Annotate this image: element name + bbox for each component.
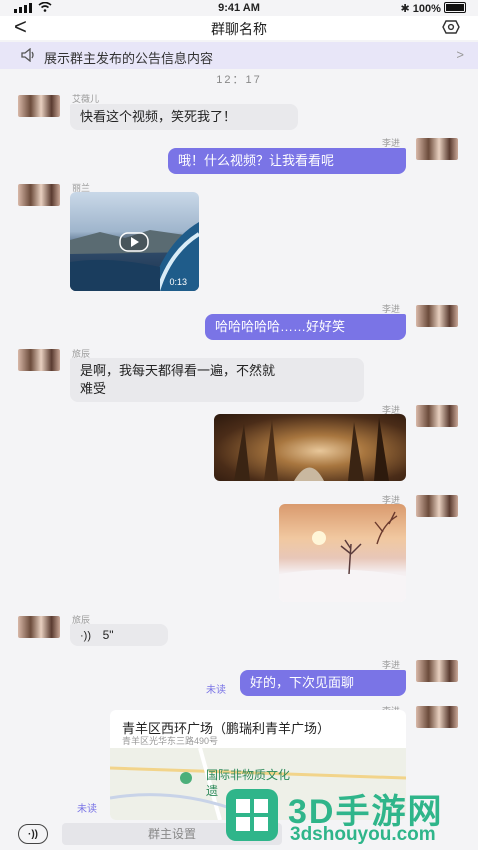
chat-timestamp: 12：17 <box>216 74 262 86</box>
play-icon[interactable] <box>119 232 149 252</box>
voice-icon: ·)) <box>28 828 38 840</box>
avatar[interactable] <box>416 405 458 427</box>
avatar[interactable] <box>416 706 458 728</box>
avatar[interactable] <box>416 660 458 682</box>
map-label: 遗 <box>206 784 219 798</box>
page-title: 群聊名称 <box>211 21 267 37</box>
nav-bar: < 群聊名称 <box>0 16 478 40</box>
voice-input-button[interactable]: ·)) <box>18 824 48 844</box>
voice-wave-icon: ·)) <box>80 630 91 642</box>
status-bar: 9:41 AM ✱ 100% <box>0 0 478 16</box>
avatar[interactable] <box>416 138 458 160</box>
voice-message[interactable]: ·)) 5" <box>70 624 168 646</box>
speaker-icon <box>21 48 34 62</box>
message-line: 难受 <box>80 381 107 396</box>
voice-duration: 5" <box>102 628 114 642</box>
video-duration: 0:13 <box>169 277 187 287</box>
avatar[interactable] <box>416 495 458 517</box>
watermark: 3D手游网 3dshouyou.com <box>222 780 478 850</box>
video-message[interactable]: 0:13 <box>70 192 199 291</box>
status-right: ✱ 100% <box>401 2 466 15</box>
avatar[interactable] <box>416 305 458 327</box>
settings-icon[interactable] <box>442 20 460 34</box>
forest-image <box>234 417 389 481</box>
message-bubble[interactable]: 好的，下次见面聊 <box>240 670 406 696</box>
image-message[interactable] <box>279 504 406 602</box>
winter-image <box>279 511 406 602</box>
unread-status: 未读 <box>206 685 226 696</box>
message-bubble[interactable]: 快看这个视频，笑死我了！ <box>70 104 298 130</box>
watermark-logo-icon <box>226 789 278 841</box>
location-address: 青羊区光华东三路490号 <box>122 736 219 746</box>
chevron-right-icon: > <box>456 47 464 62</box>
watermark-url: 3dshouyou.com <box>290 824 436 845</box>
group-notice[interactable]: 展示群主发布的公告信息内容 > <box>0 42 478 69</box>
message-bubble[interactable]: 是啊，我每天都得看一遍，不然就 难受 <box>70 358 364 402</box>
message-bubble[interactable]: 哈哈哈哈哈……好好笑 <box>205 314 406 340</box>
avatar[interactable] <box>18 95 60 117</box>
avatar[interactable] <box>18 616 60 638</box>
notice-text: 展示群主发布的公告信息内容 <box>44 51 214 66</box>
message-bubble[interactable]: 哦！什么视频？让我看看呢 <box>168 148 406 174</box>
battery-percent: 100% <box>412 3 441 15</box>
bluetooth-icon: ✱ <box>400 3 410 15</box>
avatar[interactable] <box>18 184 60 206</box>
avatar[interactable] <box>18 349 60 371</box>
battery-icon <box>444 2 466 13</box>
unread-status: 未读 <box>77 804 97 815</box>
image-message[interactable] <box>214 414 406 481</box>
message-line: 是啊，我每天都得看一遍，不然就 <box>80 363 276 378</box>
